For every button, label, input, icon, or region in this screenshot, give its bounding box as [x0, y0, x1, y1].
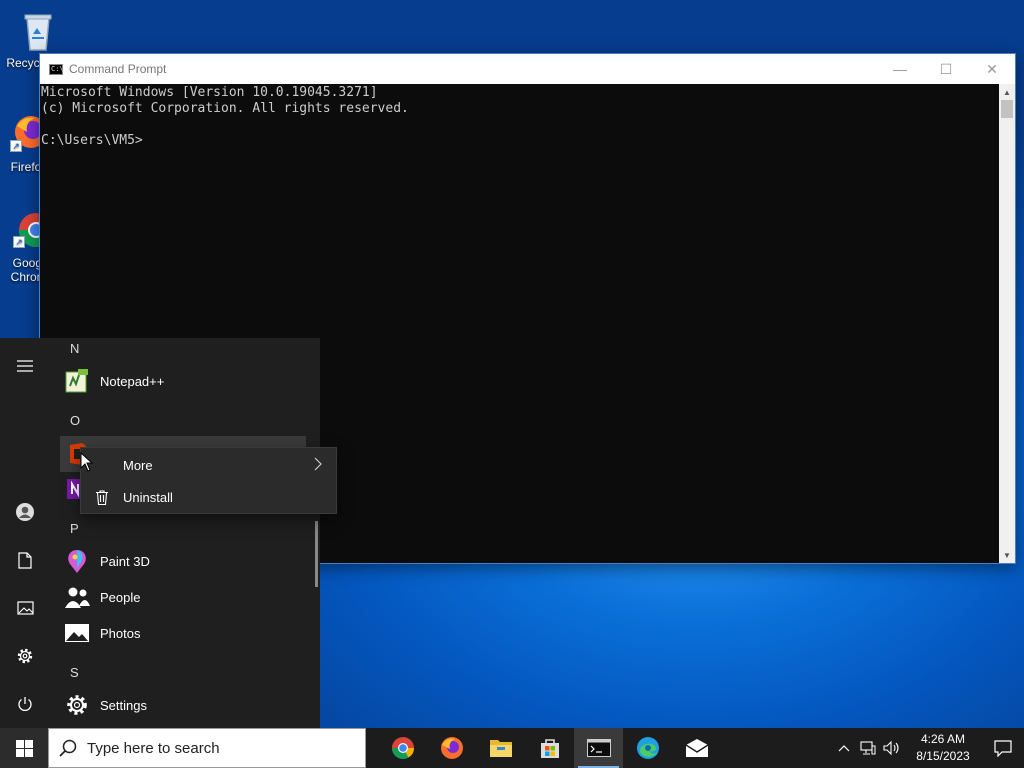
taskbar-clock[interactable]: 4:26 AM 8/15/2023 [904, 731, 982, 765]
group-header-p[interactable]: P [70, 521, 79, 536]
shortcut-arrow-icon: ↗ [13, 236, 25, 248]
taskbar-app-chrome[interactable] [378, 728, 427, 768]
taskbar-app-command-prompt[interactable] [574, 728, 623, 768]
scrollbar-thumb[interactable] [1001, 100, 1013, 118]
search-box[interactable]: Type here to search [48, 728, 366, 768]
file-explorer-icon [489, 740, 512, 757]
documents-icon [18, 551, 32, 569]
app-list[interactable]: N Notepad++ O P Paint 3D People Photos S [50, 338, 320, 728]
console-prompt: C:\Users\VM5> [41, 133, 143, 148]
close-button[interactable]: ✕ [969, 54, 1015, 84]
mouse-cursor-icon [80, 452, 93, 472]
context-menu-item-more[interactable]: More [81, 449, 336, 481]
pictures-icon [16, 601, 34, 615]
people-icon [65, 587, 90, 608]
app-item-notepad-plus-plus[interactable]: Notepad++ [60, 363, 306, 399]
gear-icon [67, 695, 87, 715]
search-placeholder: Type here to search [87, 739, 220, 757]
hamburger-menu-button[interactable] [0, 346, 50, 386]
scroll-down-arrow-icon[interactable]: ▼ [999, 547, 1015, 563]
console-line: Microsoft Windows [Version 10.0.19045.32… [41, 85, 378, 100]
taskbar-app-mail[interactable] [672, 728, 721, 768]
settings-icon [17, 648, 33, 664]
system-tray: 4:26 AM 8/15/2023 [832, 728, 1024, 768]
taskbar-app-firefox[interactable] [427, 728, 476, 768]
documents-button[interactable] [0, 540, 50, 580]
chevron-right-icon [314, 457, 322, 471]
app-item-paint-3d[interactable]: Paint 3D [60, 543, 306, 579]
firefox-icon [440, 737, 463, 759]
power-icon [18, 697, 32, 711]
start-menu: N Notepad++ O P Paint 3D People Photos S [0, 338, 320, 728]
trash-icon [96, 489, 108, 505]
app-label: People [100, 589, 141, 605]
maximize-button[interactable]: ☐ [923, 54, 969, 84]
app-item-photos[interactable]: Photos [60, 615, 306, 651]
start-button[interactable] [0, 728, 48, 768]
chevron-up-icon [838, 745, 850, 752]
window-title: Command Prompt [69, 62, 167, 76]
app-label: Photos [100, 625, 141, 641]
notepad-plus-plus-icon [65, 369, 88, 393]
app-item-people[interactable]: People [60, 579, 306, 615]
group-header-o[interactable]: O [70, 413, 80, 428]
taskbar-app-microsoft-store[interactable] [525, 728, 574, 768]
app-label: Paint 3D [100, 553, 150, 569]
paint-3d-icon [68, 550, 86, 573]
microsoft-store-icon [540, 739, 559, 758]
command-prompt-icon: C:\ [49, 63, 64, 75]
minimize-button[interactable]: — [877, 54, 923, 84]
taskbar-app-file-explorer[interactable] [476, 728, 525, 768]
app-label: Notepad++ [100, 373, 165, 389]
clock-date: 8/15/2023 [916, 749, 970, 763]
clock-time: 4:26 AM [920, 732, 966, 746]
user-account-button[interactable] [0, 492, 50, 532]
pictures-button[interactable] [0, 588, 50, 628]
start-menu-rail [0, 338, 50, 728]
window-title-bar[interactable]: C:\ Command Prompt — ☐ ✕ [40, 54, 1015, 84]
scroll-up-arrow-icon[interactable]: ▲ [999, 84, 1015, 100]
taskbar-app-edge[interactable] [623, 728, 672, 768]
settings-button[interactable] [0, 636, 50, 676]
volume-button[interactable] [880, 741, 904, 755]
windows-logo-icon [15, 739, 33, 757]
shortcut-arrow-icon: ↗ [10, 140, 22, 152]
context-menu-item-uninstall[interactable]: Uninstall [81, 481, 336, 513]
taskbar: Type here to search 4:26 AM 8/15/2023 [0, 728, 1024, 768]
group-header-s[interactable]: S [70, 665, 79, 680]
edge-icon [636, 737, 659, 759]
network-button[interactable] [856, 741, 880, 755]
app-list-scrollbar[interactable] [315, 521, 318, 587]
chrome-icon [391, 737, 414, 759]
search-icon [59, 739, 77, 757]
app-context-menu: More Uninstall [80, 447, 337, 514]
app-item-settings[interactable]: Settings [60, 687, 306, 723]
show-hidden-icons-button[interactable] [832, 744, 856, 752]
volume-icon [883, 741, 899, 755]
context-menu-label: Uninstall [123, 489, 173, 505]
command-prompt-icon [586, 739, 611, 757]
notification-icon [994, 739, 1012, 757]
action-center-button[interactable] [982, 739, 1024, 757]
app-label: Settings [100, 697, 147, 713]
mail-icon [685, 739, 708, 757]
user-account-icon [16, 503, 34, 521]
power-button[interactable] [0, 684, 50, 724]
photos-icon [65, 624, 89, 642]
console-line: (c) Microsoft Corporation. All rights re… [41, 101, 409, 116]
context-menu-label: More [123, 457, 153, 473]
hamburger-menu-icon [17, 360, 33, 372]
network-icon [860, 741, 876, 755]
vertical-scrollbar[interactable]: ▲ ▼ [999, 84, 1015, 563]
group-header-n[interactable]: N [70, 341, 79, 356]
recycle-bin-icon [24, 14, 52, 51]
